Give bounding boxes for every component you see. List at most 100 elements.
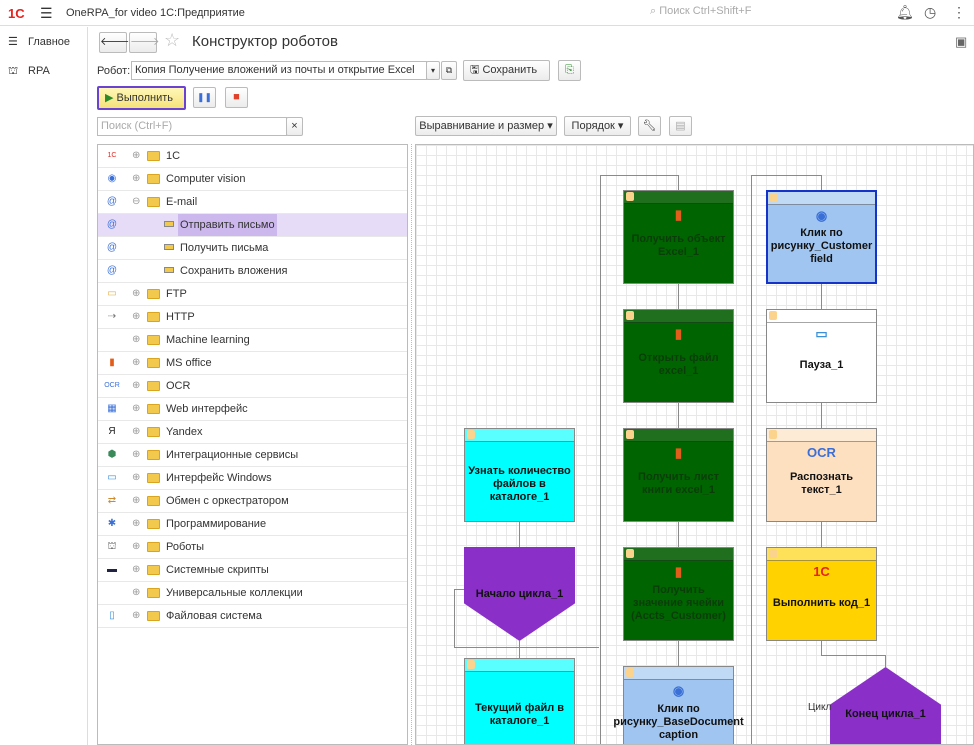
clear-search-button[interactable]: ×: [286, 117, 303, 136]
save-icon: 🖫: [470, 64, 483, 76]
global-search-input[interactable]: ⌕ Поиск Ctrl+Shift+F: [650, 5, 751, 18]
flow-node[interactable]: Конец цикла_1: [830, 667, 941, 744]
folder-icon: [147, 588, 160, 598]
tree-row[interactable]: OCR ⊕ OCR: [98, 375, 407, 398]
tree-row[interactable]: ▯ ⊕ Файловая система: [98, 605, 407, 628]
tree-label: Получить письма: [180, 242, 269, 254]
tree-row[interactable]: ⇢ ⊕ HTTP: [98, 306, 407, 329]
collapse-icon[interactable]: ⊖: [132, 191, 140, 213]
tree-row[interactable]: @ Сохранить вложения: [98, 260, 407, 283]
tree-row[interactable]: ▦ ⊕ Web интерфейс: [98, 398, 407, 421]
flow-node[interactable]: 1С Выполнить код_1: [766, 547, 877, 641]
save-form-icon[interactable]: ▣: [955, 34, 967, 50]
connector-line: [678, 641, 679, 666]
flow-node[interactable]: Текущий файл в каталоге_1: [464, 658, 575, 744]
history-icon[interactable]: ◷: [924, 4, 936, 21]
flow-node[interactable]: Узнать количество файлов в каталоге_1: [464, 428, 575, 522]
more-icon[interactable]: ⋮: [952, 4, 966, 21]
edge-label: Цикл: [808, 702, 832, 713]
folder-icon: [147, 611, 160, 621]
expand-icon[interactable]: ⊕: [132, 168, 140, 190]
expand-icon[interactable]: ⊕: [132, 605, 140, 627]
expand-icon[interactable]: ⊕: [132, 582, 140, 604]
tree-row[interactable]: Я ⊕ Yandex: [98, 421, 407, 444]
robot-open-button[interactable]: ⧉: [441, 61, 457, 80]
stop-button[interactable]: ■: [225, 87, 248, 108]
tree-row[interactable]: ⇄ ⊕ Обмен с оркестратором: [98, 490, 407, 513]
tree-row[interactable]: ▮ ⊕ MS office: [98, 352, 407, 375]
tree-row[interactable]: ⛫ ⊕ Роботы: [98, 536, 407, 559]
expand-icon[interactable]: ⊕: [132, 421, 140, 443]
tree-row[interactable]: ▭ ⊕ Интерфейс Windows: [98, 467, 407, 490]
nav-item-main-label: Главное: [28, 36, 71, 48]
web-icon: ▦: [107, 403, 117, 414]
main-menu-icon[interactable]: ☰: [40, 5, 53, 22]
tree-row[interactable]: ⊕ Универсальные коллекции: [98, 582, 407, 605]
tree-row[interactable]: @ ⊖ E-mail: [98, 191, 407, 214]
forward-button[interactable]: 🡒: [129, 32, 160, 53]
user-icon: [626, 549, 634, 558]
expand-icon[interactable]: ⊕: [132, 398, 140, 420]
flow-node[interactable]: ▮ Получить объект Excel_1: [623, 190, 734, 284]
tree-row[interactable]: ▭ ⊕ FTP: [98, 283, 407, 306]
user-icon: [626, 311, 634, 320]
exchange-icon: ⇄: [107, 495, 117, 506]
expand-icon[interactable]: ⊕: [132, 559, 140, 581]
node-header: [624, 191, 733, 204]
align-size-button[interactable]: Выравнивание и размер ▾: [415, 116, 557, 136]
wrench-icon[interactable]: 🔧︎: [638, 116, 661, 136]
flow-canvas[interactable]: ▮ Получить объект Excel_1 ▮ Открыть файл ex…: [415, 144, 974, 745]
connector-line: [454, 647, 599, 648]
expand-icon[interactable]: ⊕: [132, 375, 140, 397]
robot-field[interactable]: Копия Получение вложений из почты и откр…: [131, 61, 427, 80]
nav-item-main[interactable]: ☰ Главное: [8, 35, 70, 48]
favorite-star-icon[interactable]: ☆: [164, 30, 180, 51]
office-icon: ▮: [674, 326, 683, 341]
expand-icon[interactable]: ⊕: [132, 306, 140, 328]
flow-node[interactable]: OCR Распознать текст_1: [766, 428, 877, 522]
flow-node[interactable]: ▮ Получить значение ячейки (Accts_Custome…: [623, 547, 734, 641]
expand-icon[interactable]: ⊕: [132, 145, 140, 167]
expand-icon[interactable]: ⊕: [132, 329, 140, 351]
expand-icon[interactable]: ⊕: [132, 513, 140, 535]
flow-node[interactable]: ▮ Получить лист книги excel_1: [623, 428, 734, 522]
tree-row[interactable]: ⊕ Machine learning: [98, 329, 407, 352]
folder-icon: [147, 174, 160, 184]
eye-icon: ◉: [672, 683, 685, 698]
tree-row[interactable]: ▬ ⊕ Системные скрипты: [98, 559, 407, 582]
expand-icon[interactable]: ⊕: [132, 444, 140, 466]
node-header: [624, 429, 733, 442]
expand-icon[interactable]: ⊕: [132, 352, 140, 374]
tree-search-input[interactable]: Поиск (Ctrl+F): [97, 117, 287, 136]
publish-button[interactable]: ⎘: [558, 60, 581, 81]
expand-icon[interactable]: ⊕: [132, 536, 140, 558]
page-title: Конструктор роботов: [192, 33, 338, 50]
back-button[interactable]: 🡐: [99, 32, 130, 53]
image-icon[interactable]: ▤: [669, 116, 692, 136]
tree-row[interactable]: ◉ ⊕ Computer vision: [98, 168, 407, 191]
run-button[interactable]: ▶ Выполнить: [97, 86, 186, 110]
pause-button[interactable]: ❚❚: [193, 87, 216, 108]
section-panel: ☰ Главное ⛫ RPA: [0, 27, 88, 745]
flow-node[interactable]: ◉ Клик по рисунку_BaseDocument caption: [613, 666, 744, 744]
tree-row[interactable]: ✱ ⊕ Программирование: [98, 513, 407, 536]
tree-row[interactable]: @ Отправить письмо: [98, 214, 407, 237]
expand-icon[interactable]: ⊕: [132, 467, 140, 489]
flow-node[interactable]: ▭ Пауза_1: [766, 309, 877, 403]
splitter[interactable]: [411, 144, 412, 745]
bell-icon[interactable]: 🔔︎: [896, 4, 914, 21]
flow-node[interactable]: ▮ Открыть файл excel_1: [623, 309, 734, 403]
flow-node[interactable]: ◉ Клик по рисунку_Customer field: [766, 190, 877, 284]
save-button[interactable]: 🖫 Сохранить: [463, 60, 550, 81]
order-button[interactable]: Порядок ▾: [564, 116, 631, 136]
nav-item-rpa[interactable]: ⛫ RPA: [8, 65, 50, 79]
expand-icon[interactable]: ⊕: [132, 490, 140, 512]
nav-item-rpa-label: RPA: [28, 65, 50, 77]
robot-dropdown-button[interactable]: ▾: [426, 61, 440, 80]
expand-icon[interactable]: ⊕: [132, 283, 140, 305]
flow-node[interactable]: Начало цикла_1: [464, 547, 575, 641]
tree-label: Обмен с оркестратором: [166, 495, 289, 507]
tree-row[interactable]: 1С ⊕ 1С: [98, 145, 407, 168]
tree-row[interactable]: ⬢ ⊕ Интеграционные сервисы: [98, 444, 407, 467]
tree-row[interactable]: @ Получить письма: [98, 237, 407, 260]
